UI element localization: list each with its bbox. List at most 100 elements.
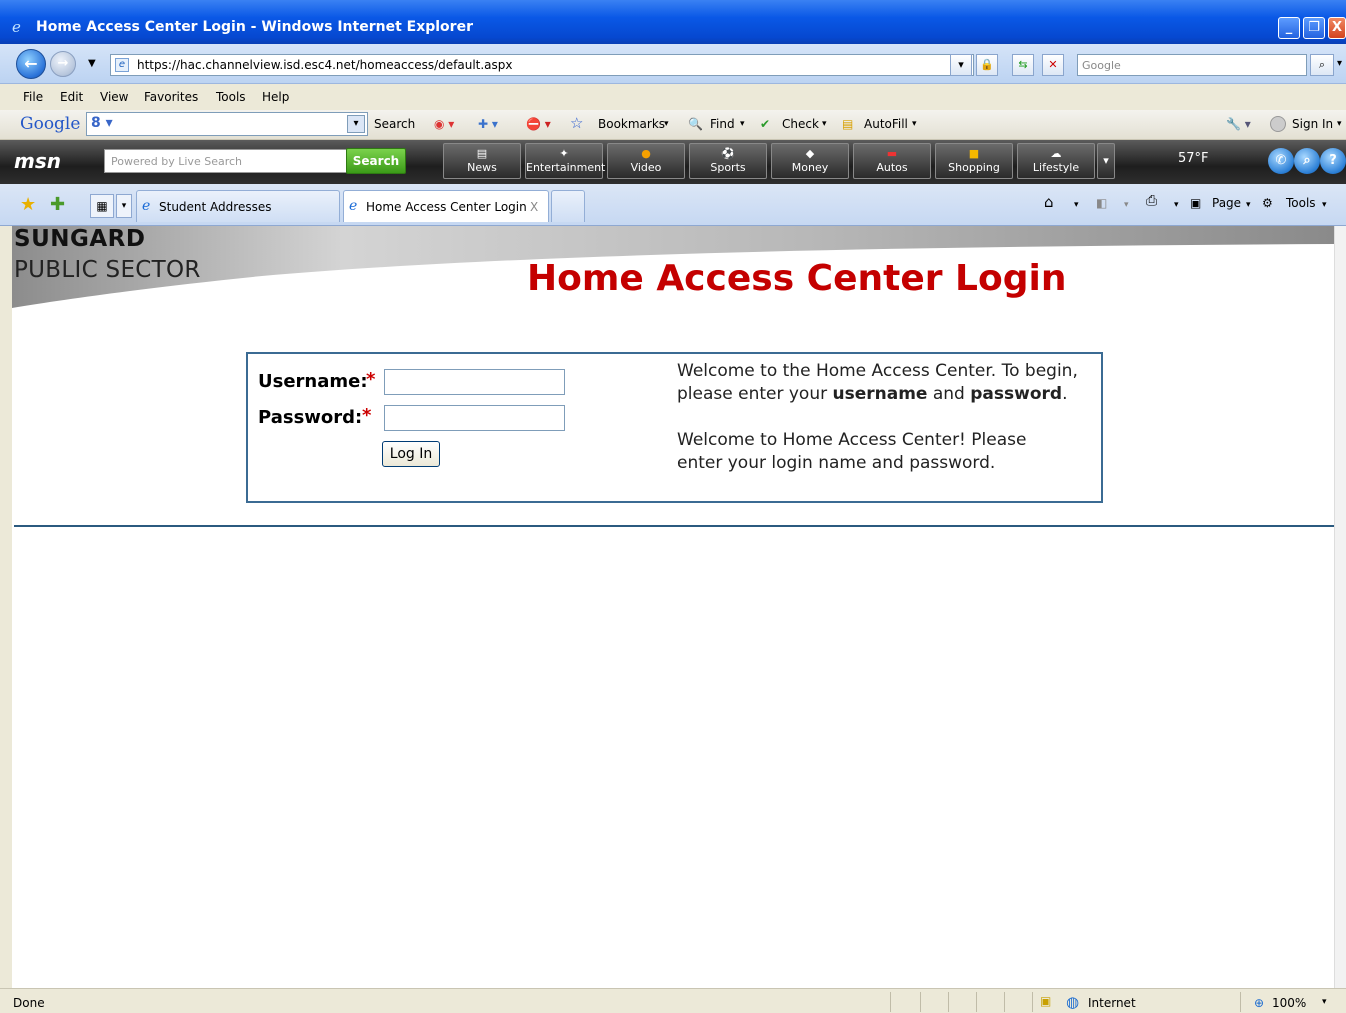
search-input[interactable]: Google	[1077, 54, 1307, 76]
msn-search-button[interactable]: Search	[346, 148, 406, 174]
msn-tab-news[interactable]: ▤ News	[443, 143, 521, 179]
page-title: Home Access Center Login	[527, 258, 1067, 299]
bookmarks-button[interactable]: Bookmarks	[598, 117, 665, 131]
lock-icon[interactable]: 🔒	[976, 54, 998, 76]
tools-dropdown-icon[interactable]: ▾	[1322, 200, 1327, 210]
msn-messenger-icon[interactable]: ✆	[1268, 148, 1294, 174]
autofill-icon[interactable]: ▤	[842, 117, 853, 131]
close-button[interactable]: X	[1328, 17, 1346, 39]
check-button[interactable]: Check	[782, 117, 819, 131]
msn-tab-label: Autos	[876, 161, 908, 174]
msn-tab-entertainment[interactable]: ✦ Entertainment	[525, 143, 606, 179]
search-options-icon[interactable]: ▾	[1337, 58, 1342, 69]
refresh-icon[interactable]: ⇆	[1012, 54, 1034, 76]
feeds-icon[interactable]: ◧	[1096, 196, 1107, 210]
address-dropdown-icon[interactable]: ▾	[950, 54, 972, 76]
autofill-button[interactable]: AutoFill	[864, 117, 908, 131]
recent-pages-dropdown-icon[interactable]: ▼	[88, 58, 96, 69]
popup-blocker-icon[interactable]: ⛔ ▾	[526, 117, 551, 131]
tab-list-dropdown-icon[interactable]: ▾	[116, 194, 132, 218]
wrench-icon[interactable]: 🔧 ▾	[1226, 117, 1251, 131]
menu-view[interactable]: View	[100, 90, 128, 104]
content-divider	[14, 525, 1334, 527]
google-logo: Google	[20, 114, 81, 134]
password-input[interactable]	[384, 405, 565, 431]
plus-icon[interactable]: ✚ ▾	[478, 117, 498, 131]
google-search-dropdown-icon[interactable]: ▾	[347, 115, 365, 133]
vertical-scrollbar[interactable]	[1334, 226, 1346, 988]
home-dropdown-icon[interactable]: ▾	[1074, 200, 1079, 210]
google-search-button[interactable]: Search	[374, 117, 415, 131]
back-button[interactable]: ←	[16, 49, 46, 79]
zoom-dropdown-icon[interactable]: ▾	[1322, 997, 1327, 1007]
ie-tab-icon: e	[142, 198, 151, 214]
msn-more-tabs-button[interactable]: ▾	[1097, 143, 1115, 179]
tab-close-icon[interactable]: X	[530, 200, 538, 214]
menu-tools[interactable]: Tools	[216, 90, 246, 104]
tab-home-access-center-login[interactable]: e Home Access Center Login X	[343, 190, 549, 222]
internet-globe-icon: ◍	[1066, 993, 1080, 1011]
msn-tab-money[interactable]: ◆ Money	[771, 143, 849, 179]
stop-icon[interactable]: ✕	[1042, 54, 1064, 76]
home-icon[interactable]: ⌂	[1044, 193, 1054, 211]
msn-search-icon[interactable]: ⌕	[1294, 148, 1320, 174]
find-icon[interactable]: 🔍	[688, 117, 703, 131]
msn-tab-video[interactable]: ● Video	[607, 143, 685, 179]
msn-tab-label: Entertainment	[526, 161, 606, 174]
msn-search-input[interactable]: Powered by Live Search	[104, 149, 348, 173]
tools-menu-button[interactable]: Tools	[1286, 196, 1316, 210]
protected-mode-icon[interactable]: ▣	[1040, 994, 1051, 1008]
menu-favorites[interactable]: Favorites	[144, 90, 198, 104]
msn-tab-sports[interactable]: ⚽ Sports	[689, 143, 767, 179]
print-icon[interactable]: ⎙	[1146, 193, 1157, 209]
find-dropdown-icon[interactable]: ▾	[740, 119, 745, 129]
page-menu-button[interactable]: Page	[1212, 196, 1241, 210]
shopping-bag-icon: ■	[968, 147, 980, 160]
menu-file[interactable]: File	[23, 90, 43, 104]
msn-tab-lifestyle[interactable]: ☁ Lifestyle	[1017, 143, 1095, 179]
address-bar[interactable]: e https://hac.channelview.isd.esc4.net/h…	[110, 54, 974, 76]
msn-tab-label: Sports	[710, 161, 746, 174]
page-dropdown-icon[interactable]: ▾	[1246, 200, 1251, 210]
status-separator	[1032, 992, 1033, 1012]
username-input[interactable]	[384, 369, 565, 395]
bookmarks-star-icon[interactable]: ☆	[570, 114, 583, 132]
print-dropdown-icon[interactable]: ▾	[1174, 200, 1179, 210]
msn-tab-label: News	[467, 161, 497, 174]
msn-tab-autos[interactable]: ▬ Autos	[853, 143, 931, 179]
welcome-text-part: and	[927, 384, 971, 404]
spellcheck-icon[interactable]: ✔	[760, 117, 770, 131]
money-icon: ◆	[805, 147, 815, 160]
msn-tab-shopping[interactable]: ■ Shopping	[935, 143, 1013, 179]
search-icon[interactable]: ⌕	[1310, 54, 1334, 76]
status-text: Done	[13, 996, 45, 1010]
security-zone-text[interactable]: Internet	[1088, 996, 1136, 1010]
tab-student-addresses[interactable]: e Student Addresses	[136, 190, 340, 222]
sign-in-button[interactable]: Sign In	[1292, 117, 1333, 131]
find-button[interactable]: Find	[710, 117, 735, 131]
maximize-button[interactable]: ❐	[1303, 17, 1325, 39]
menu-edit[interactable]: Edit	[60, 90, 83, 104]
favorites-center-star-icon[interactable]: ★	[20, 194, 36, 215]
msn-search-placeholder: Powered by Live Search	[111, 155, 243, 168]
bookmarks-dropdown-icon[interactable]: ▾	[664, 119, 669, 129]
menu-help[interactable]: Help	[262, 90, 289, 104]
login-button[interactable]: Log In	[382, 441, 440, 467]
forward-button[interactable]: →	[50, 51, 76, 77]
feeds-dropdown-icon[interactable]: ▾	[1124, 200, 1129, 210]
title-bar: e Home Access Center Login - Windows Int…	[0, 0, 1346, 44]
minimize-button[interactable]: _	[1278, 17, 1300, 39]
menu-bar	[0, 84, 1346, 110]
msn-help-icon[interactable]: ?	[1320, 148, 1346, 174]
news-pin-icon[interactable]: ◉ ▾	[434, 117, 454, 131]
status-separator	[1004, 992, 1005, 1012]
add-favorites-star-icon[interactable]: ✚	[50, 194, 65, 215]
google-search-input[interactable]: 8 ▾ ▾	[86, 112, 368, 136]
autofill-dropdown-icon[interactable]: ▾	[912, 119, 917, 129]
quick-tabs-icon[interactable]: ▦	[90, 194, 114, 218]
weather-temperature[interactable]: 57°F	[1178, 151, 1209, 166]
new-tab-button[interactable]	[551, 190, 585, 222]
check-dropdown-icon[interactable]: ▾	[822, 119, 827, 129]
sign-in-dropdown-icon[interactable]: ▾	[1337, 119, 1342, 129]
zoom-level[interactable]: 100%	[1272, 996, 1306, 1010]
